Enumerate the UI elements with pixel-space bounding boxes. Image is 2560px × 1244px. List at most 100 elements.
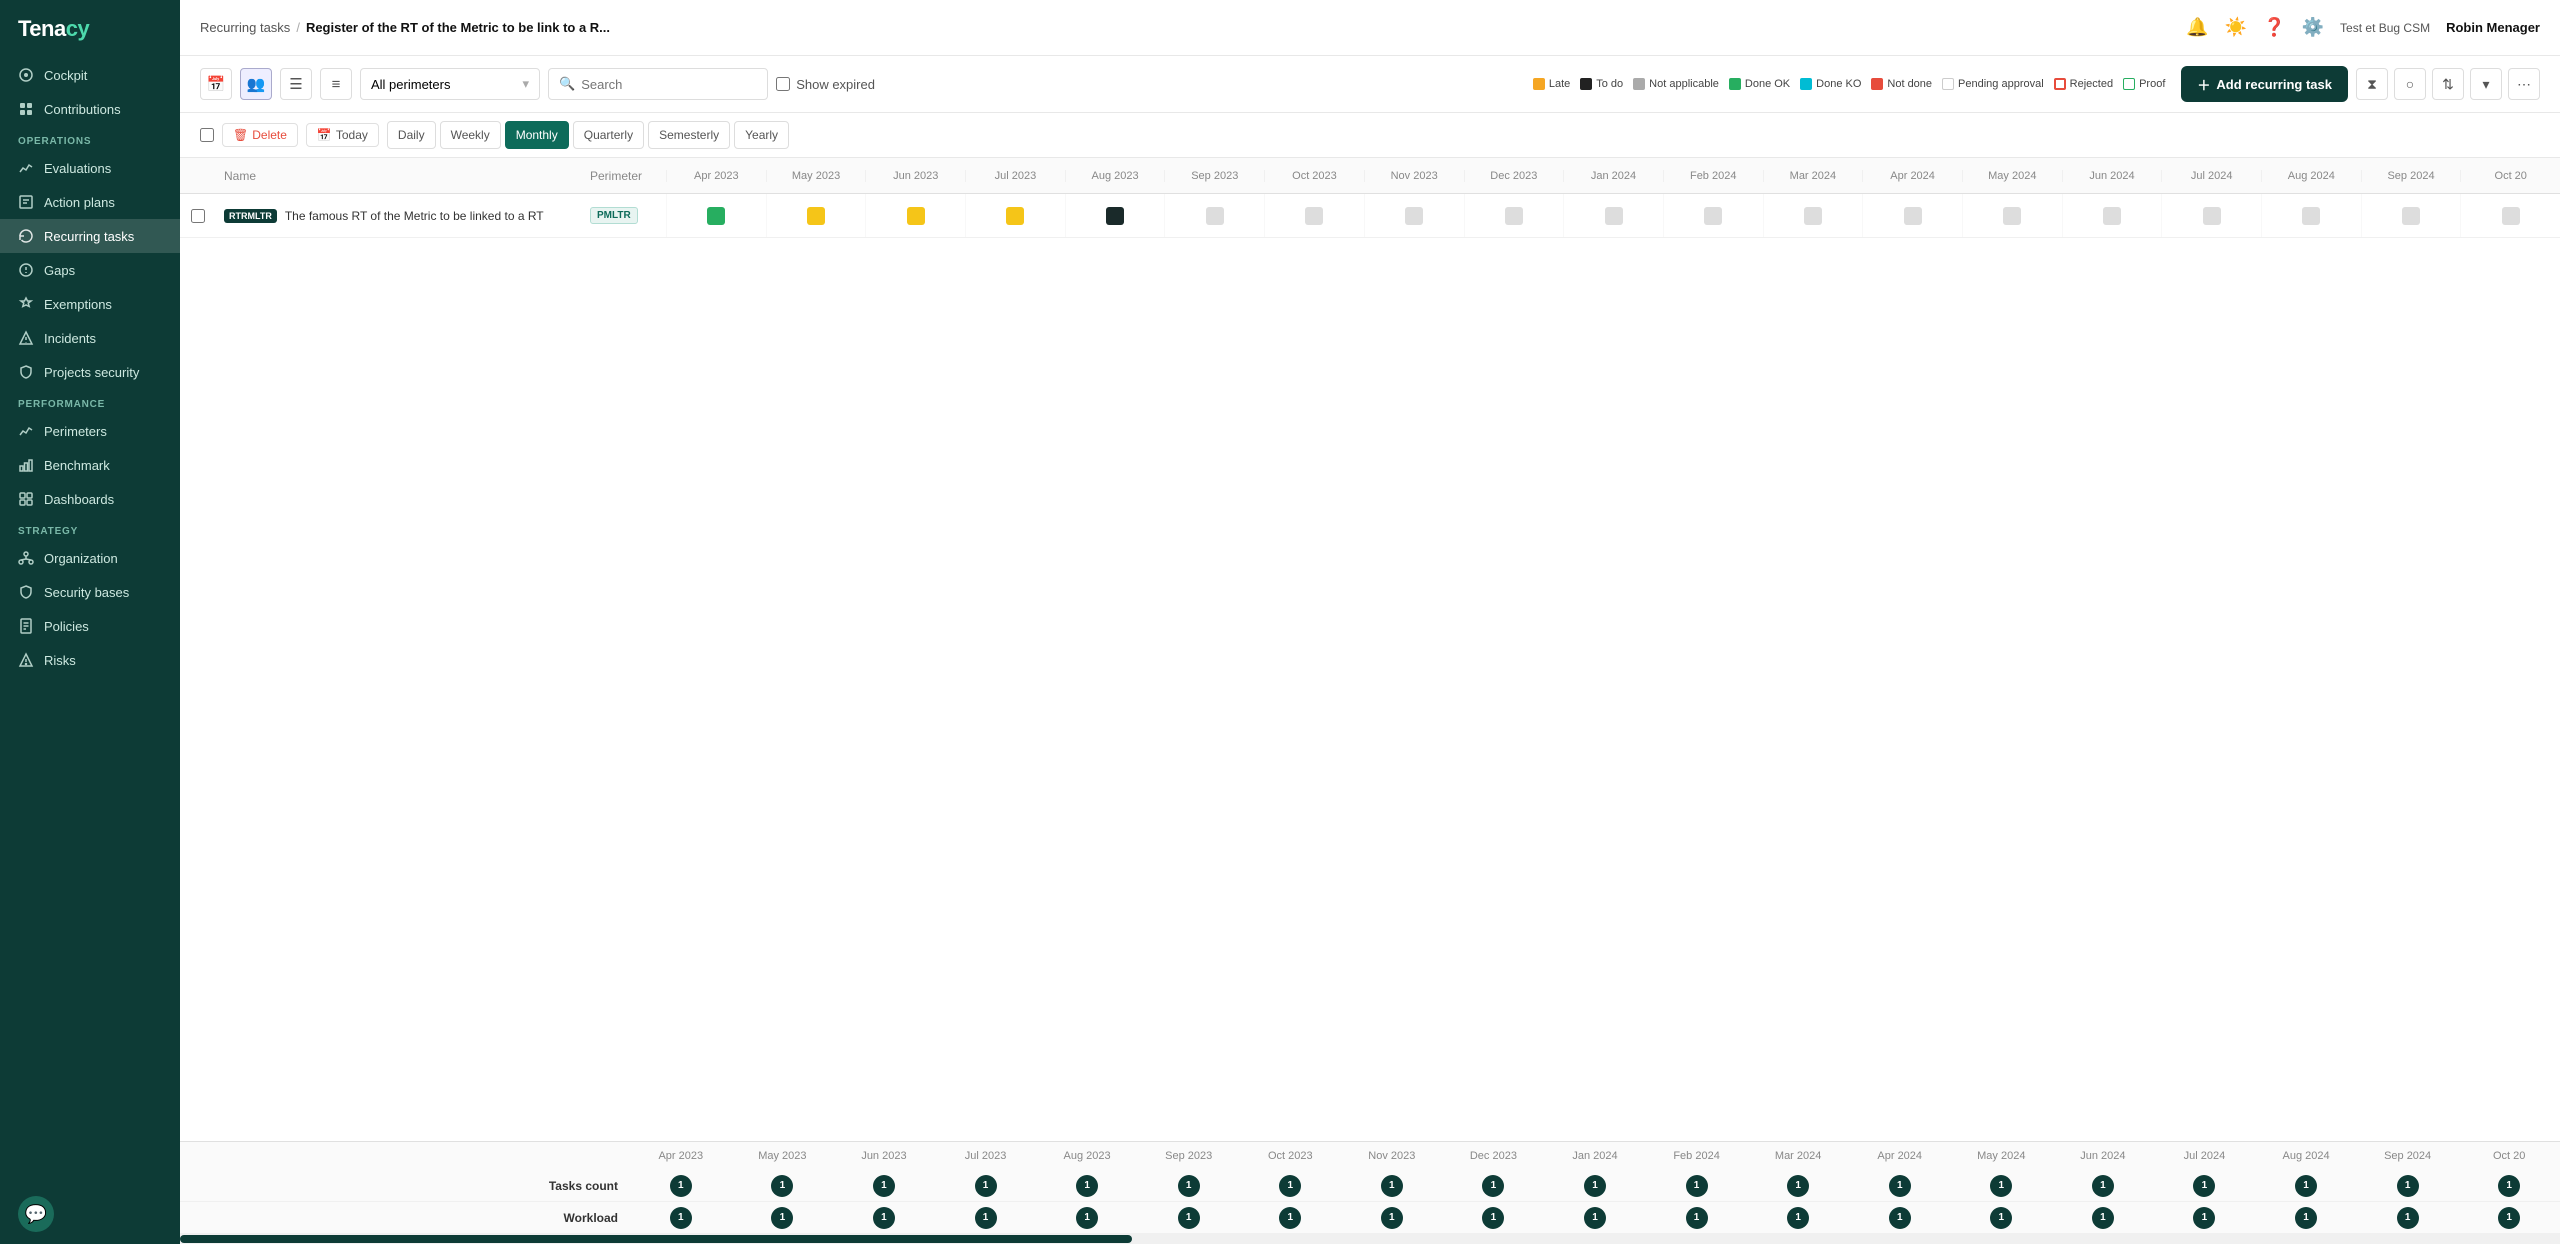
perimeter-select[interactable]: All perimeters ▾ [360,68,540,100]
task-dot [1206,207,1224,225]
filter-button[interactable]: ⧗ [2356,68,2388,100]
select-all-checkbox[interactable] [200,128,214,142]
workload-cell-9: 1 [1544,1207,1646,1229]
sidebar-item-label: Cockpit [44,68,87,83]
month-cell-18[interactable] [2460,194,2560,237]
month-cell-4[interactable] [1065,194,1165,237]
legend-dot-late [1533,78,1545,90]
month-cell-5[interactable] [1164,194,1264,237]
circle-filter-button[interactable]: ○ [2394,68,2426,100]
list-view-btn[interactable]: ☰ [280,68,312,100]
more-button[interactable]: ⋯ [2508,68,2540,100]
search-box[interactable]: 🔍 [548,68,768,100]
sidebar-item-benchmark[interactable]: Benchmark [0,448,180,482]
month-cell-15[interactable] [2161,194,2261,237]
freq-btn-yearly[interactable]: Yearly [734,121,789,149]
tasks-count-cell-7: 1 [1341,1175,1443,1197]
theme-icon[interactable]: ☀️ [2225,17,2247,38]
topbar: Recurring tasks / Register of the RT of … [180,0,2560,56]
month-cell-6[interactable] [1264,194,1364,237]
month-cell-16[interactable] [2261,194,2361,237]
row-months [666,194,2560,237]
row-perimeter: PMLTR [586,207,666,224]
tasks-count-cell-18: 1 [2458,1175,2560,1197]
month-cell-17[interactable] [2361,194,2461,237]
sidebar-item-action-plans[interactable]: Action plans [0,185,180,219]
tasks-count-cell-14: 1 [2052,1175,2154,1197]
sidebar-item-recurring-tasks[interactable]: Recurring tasks [0,219,180,253]
sidebar-item-gaps[interactable]: Gaps [0,253,180,287]
today-button[interactable]: 📅 Today [306,123,379,147]
scrollbar-thumb[interactable] [180,1235,1132,1243]
task-dot [1605,207,1623,225]
show-expired-checkbox[interactable] [776,77,790,91]
calendar-view-btn[interactable]: 📅 [200,68,232,100]
month-cell-0[interactable] [666,194,766,237]
month-cell-8[interactable] [1464,194,1564,237]
sidebar-item-evaluations[interactable]: Evaluations [0,151,180,185]
chat-button[interactable]: 💬 [18,1196,54,1232]
count-badge: 1 [975,1175,997,1197]
task-dot [1505,207,1523,225]
count-badge: 1 [1889,1175,1911,1197]
add-recurring-task-button[interactable]: ＋ Add recurring task [2181,66,2348,102]
footer-month-Sep-2023: Sep 2023 [1138,1150,1240,1162]
sidebar-item-cockpit[interactable]: Cockpit [0,58,180,92]
sort-button[interactable]: ⇅ [2432,68,2464,100]
show-expired-text: Show expired [796,77,875,92]
freq-btn-monthly[interactable]: Monthly [505,121,569,149]
sidebar-item-dashboards[interactable]: Dashboards [0,482,180,516]
freq-btn-weekly[interactable]: Weekly [440,121,501,149]
sort-dropdown-button[interactable]: ▾ [2470,68,2502,100]
breadcrumb-current: Register of the RT of the Metric to be l… [306,20,610,35]
th-month-Jun-2024: Jun 2024 [2062,170,2162,182]
th-month-May-2024: May 2024 [1962,170,2062,182]
row-checkbox[interactable] [180,209,216,223]
breadcrumb-parent[interactable]: Recurring tasks [200,20,290,35]
month-cell-14[interactable] [2062,194,2162,237]
sidebar-item-projects-security[interactable]: Projects security [0,355,180,389]
th-month-Oct-2023: Oct 2023 [1264,170,1364,182]
freq-btn-daily[interactable]: Daily [387,121,436,149]
footer-month-Oct-2023: Oct 2023 [1239,1150,1341,1162]
sidebar-item-organization[interactable]: Organization [0,541,180,575]
notification-icon[interactable]: 🔔 [2186,17,2208,38]
sidebar-item-perimeters[interactable]: Perimeters [0,414,180,448]
sidebar-item-risks[interactable]: Risks [0,643,180,677]
contributions-icon [18,101,34,117]
show-expired-label[interactable]: Show expired [776,77,875,92]
month-cell-7[interactable] [1364,194,1464,237]
freq-btn-semesterly[interactable]: Semesterly [648,121,730,149]
workload-badge: 1 [1076,1207,1098,1229]
sidebar-item-exemptions[interactable]: Exemptions [0,287,180,321]
legend-dot-rejected [2054,78,2066,90]
month-cell-9[interactable] [1563,194,1663,237]
month-cell-2[interactable] [865,194,965,237]
recurring-tasks-icon [18,228,34,244]
month-cell-13[interactable] [1962,194,2062,237]
scrollbar[interactable] [180,1234,2560,1244]
month-cell-10[interactable] [1663,194,1763,237]
help-icon[interactable]: ❓ [2263,17,2285,38]
count-badge: 1 [1178,1175,1200,1197]
toolbar2: 🗑 Delete 📅 Today DailyWeeklyMonthlyQuart… [180,113,2560,158]
search-input[interactable] [581,77,757,92]
sidebar-item-policies[interactable]: Policies [0,609,180,643]
freq-btn-quarterly[interactable]: Quarterly [573,121,644,149]
month-cell-11[interactable] [1763,194,1863,237]
month-cell-1[interactable] [766,194,866,237]
sidebar-item-security-bases[interactable]: Security bases [0,575,180,609]
settings-icon[interactable]: ⚙️ [2302,17,2324,38]
workload-badge: 1 [2295,1207,2317,1229]
month-cell-12[interactable] [1862,194,1962,237]
group-view-btn[interactable]: 👥 [240,68,272,100]
th-month-Sep-2024: Sep 2024 [2361,170,2461,182]
workload-cell-15: 1 [2154,1207,2256,1229]
sidebar-item-incidents[interactable]: Incidents [0,321,180,355]
delete-button[interactable]: 🗑 Delete [222,123,298,147]
th-month-Aug-2023: Aug 2023 [1065,170,1165,182]
sidebar-item-contributions[interactable]: Contributions [0,92,180,126]
month-cell-3[interactable] [965,194,1065,237]
detail-view-btn[interactable]: ≡ [320,68,352,100]
th-month-Dec-2023: Dec 2023 [1464,170,1564,182]
